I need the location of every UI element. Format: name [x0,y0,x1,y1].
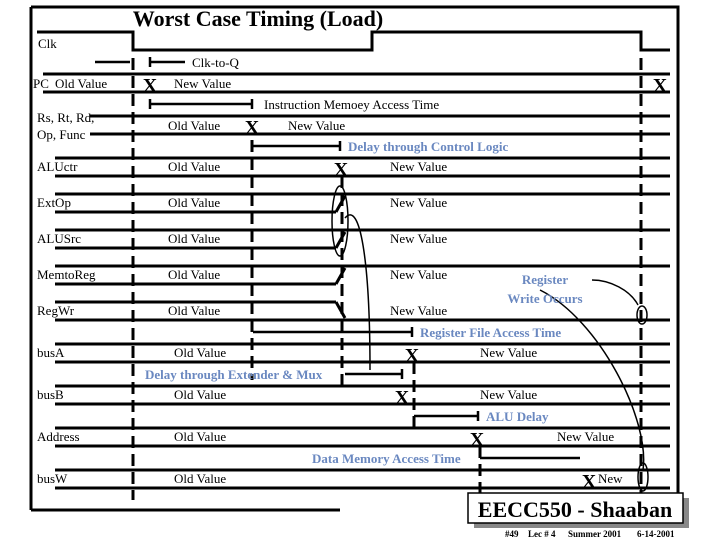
footer-lecture: Lec # 4 [528,529,556,539]
signal-label-regwr: RegWr [37,303,75,318]
page-title: Worst Case Timing (Load) [133,6,383,31]
signal-label-busa: busA [37,345,65,360]
pc-new-value: New Value [174,76,231,91]
signal-label-clk: Clk [38,36,57,51]
regwrite-arrow [591,279,639,306]
extop-old-value: Old Value [168,195,220,210]
signal-label-address: Address [37,429,80,444]
signal-label-extop: ExtOp [37,195,71,210]
busb-old-value: Old Value [174,387,226,402]
alusrc-new-value: New Value [390,231,447,246]
alusrc-old-value: Old Value [168,231,220,246]
clk-waveform [37,30,670,52]
extop-new-value: New Value [390,195,447,210]
address-old-value: Old Value [174,429,226,444]
signal-label-pc: PC [33,76,49,91]
busa-old-value: Old Value [174,345,226,360]
busa-new-value: New Value [480,345,537,360]
annotation-control: Delay through Control Logic [348,139,508,154]
address-transition-x: X [470,429,485,451]
signal-label-rs-rt-rd: Rs, Rt, Rd, [37,110,94,125]
memtoreg-new-value: New Value [390,267,447,282]
footer-slide: #49 [505,529,519,539]
signal-label-busb: busB [37,387,64,402]
pc-transition-x-2: X [653,75,668,97]
footer-date: 6-14-2001 [637,529,675,539]
annotation-imem: Instruction Memoey Access Time [264,97,439,112]
busw-old-value: Old Value [174,471,226,486]
footer-term: Summer 2001 [568,529,622,539]
annotation-clk-to-q: Clk-to-Q [192,55,240,70]
regwr-new-value: New Value [390,303,447,318]
annotation-register-write-1: Register [522,272,568,287]
signal-label-op-func: Op, Func [37,127,86,142]
extop-alusrc-highlight [331,185,349,257]
annotation-dmem: Data Memory Access Time [312,451,461,466]
signal-label-busw: busW [37,471,68,486]
signal-label-aluctr: ALUctr [37,159,78,174]
rs-transition-x: X [245,117,260,139]
annotation-alu: ALU Delay [486,409,549,424]
rs-old-value: Old Value [168,118,220,133]
timing-diagram: Worst Case Timing (Load) Clk Clk-to-Q PC… [29,5,689,539]
aluctr-new-value: New Value [390,159,447,174]
busa-transition-x: X [405,345,420,367]
busb-new-value: New Value [480,387,537,402]
address-new-value: New Value [557,429,614,444]
annotation-extender: Delay through Extender & Mux [145,367,323,382]
annotation-regfile: Register File Access Time [420,325,561,340]
regwr-old-value: Old Value [168,303,220,318]
aluctr-old-value: Old Value [168,159,220,174]
pc-old-value: Old Value [55,76,107,91]
signal-label-memtoreg: MemtoReg [37,267,96,282]
pc-transition-x: X [143,75,158,97]
busw-new-value: New [598,471,623,486]
rs-new-value: New Value [288,118,345,133]
brand-text: EECC550 - Shaaban [478,497,672,522]
busw-transition-x: X [582,471,597,493]
annotation-register-write-2: Write Occurs [507,291,582,306]
extender-curve [344,214,371,371]
signal-label-alusrc: ALUSrc [37,231,81,246]
busb-transition-x: X [395,387,410,409]
memtoreg-old-value: Old Value [168,267,220,282]
